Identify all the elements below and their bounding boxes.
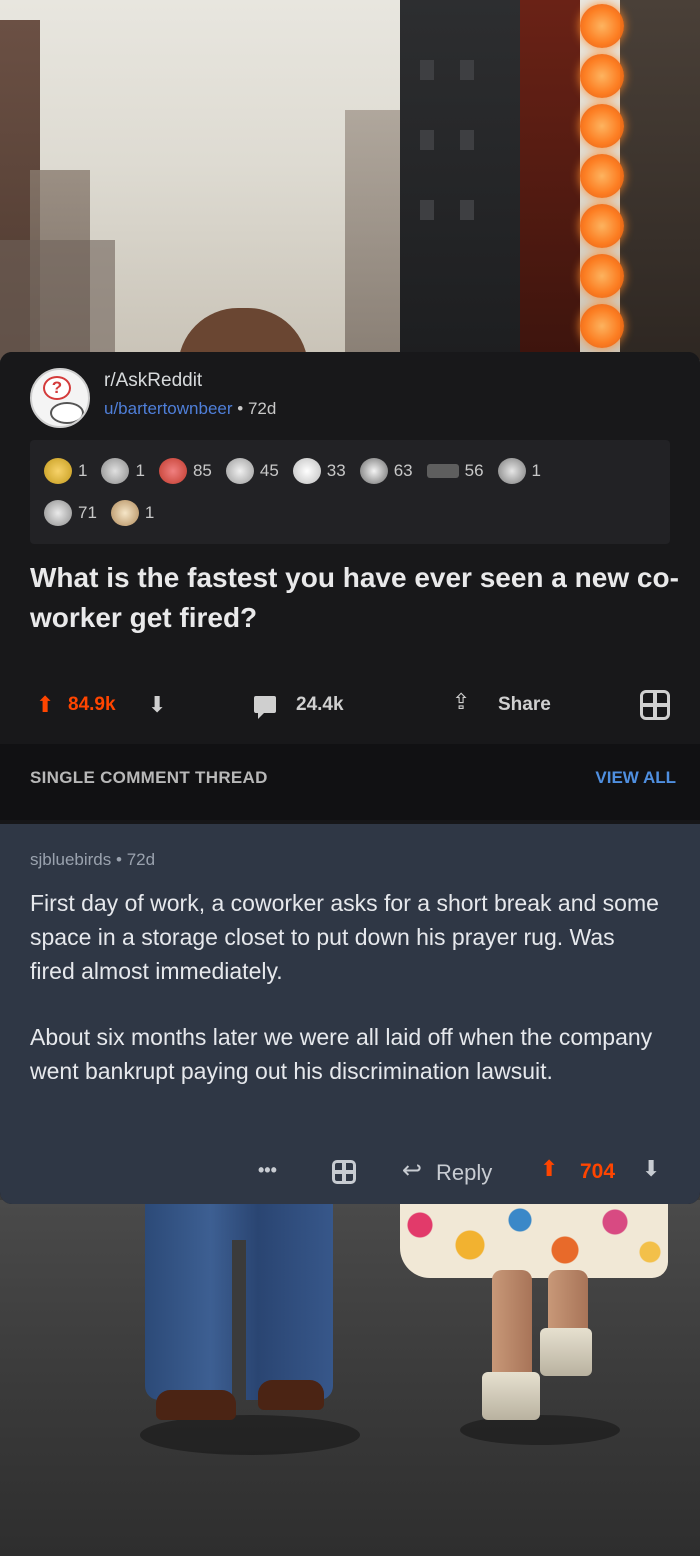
- face-award-icon: [44, 500, 72, 526]
- badge-award-icon: [426, 464, 459, 478]
- award-count: 45: [259, 461, 279, 480]
- neon-sign: [577, 0, 627, 355]
- award[interactable]: 45: [225, 458, 279, 484]
- platinum-award-icon: [101, 458, 130, 484]
- award-count: 1: [531, 461, 542, 480]
- wholesome-award-icon: [292, 458, 321, 484]
- awards-panel[interactable]: 1 1 85 45 33 63 56 1 71 1: [30, 440, 670, 544]
- award-count: 56: [464, 461, 484, 480]
- comments-count[interactable]: 24.4k: [296, 694, 344, 716]
- comment-body: First day of work, a coworker asks for a…: [30, 886, 660, 1120]
- subreddit-name[interactable]: r/AskReddit: [104, 370, 202, 392]
- share-button[interactable]: Share: [498, 694, 551, 716]
- single-comment-thread-label: SINGLE COMMENT THREAD: [30, 768, 268, 787]
- face-award-icon: [497, 458, 526, 484]
- view-all-button[interactable]: VIEW ALL: [595, 768, 676, 788]
- award-gift-icon[interactable]: [332, 1160, 356, 1184]
- award[interactable]: 1: [44, 458, 87, 484]
- upvote-icon[interactable]: ⬆: [540, 1156, 558, 1182]
- award[interactable]: 71: [44, 500, 97, 526]
- post: ? r/AskReddit u/bartertownbeer • 72d 1 1: [0, 352, 700, 744]
- question-icon: ?: [43, 376, 71, 400]
- byline-separator: •: [237, 399, 244, 418]
- comment: sjbluebirds • 72d First day of work, a c…: [0, 824, 700, 1204]
- upvote-icon[interactable]: ⬆: [36, 692, 54, 718]
- post-author[interactable]: u/bartertownbeer: [104, 399, 233, 418]
- post-title[interactable]: What is the fastest you have ever seen a…: [30, 558, 680, 638]
- comment-paragraph: About six months later we were all laid …: [30, 1024, 653, 1084]
- share-icon[interactable]: ⇪: [452, 689, 470, 715]
- award-count: 85: [192, 461, 212, 480]
- comment-paragraph: First day of work, a coworker asks for a…: [30, 890, 659, 984]
- reply-icon[interactable]: ↩: [402, 1156, 422, 1185]
- background-photo-top: [0, 0, 700, 360]
- subreddit-avatar[interactable]: ?: [30, 368, 90, 428]
- award[interactable]: 56: [426, 461, 484, 481]
- award-count: 33: [326, 461, 346, 480]
- thread-bar: SINGLE COMMENT THREAD VIEW ALL: [0, 744, 700, 820]
- downvote-icon[interactable]: ⬇: [148, 692, 166, 718]
- award-count: 1: [135, 461, 145, 480]
- helpful-award-icon: [225, 458, 254, 484]
- comment-meta: sjbluebirds • 72d: [30, 850, 155, 870]
- comment-score: 704: [580, 1160, 616, 1183]
- coin-award-icon: [359, 458, 388, 484]
- post-score: 84.9k: [68, 694, 116, 715]
- more-options-icon[interactable]: •••: [258, 1160, 277, 1181]
- floral-dress: [400, 1200, 668, 1278]
- comment-icon[interactable]: [254, 696, 276, 719]
- comment-separator: •: [116, 850, 122, 869]
- comment-author[interactable]: sjbluebirds: [30, 850, 111, 869]
- award-gift-icon[interactable]: [640, 690, 670, 720]
- heart-award-icon: [110, 500, 139, 526]
- background-photo-bottom: [0, 1200, 700, 1556]
- downvote-icon[interactable]: ⬇: [642, 1156, 660, 1182]
- reply-button[interactable]: Reply: [436, 1160, 492, 1186]
- award[interactable]: 1: [101, 458, 145, 484]
- post-action-bar: ⬆ 84.9k ⬇ 24.4k ⇪ Share: [0, 686, 700, 726]
- snoo-icon: [50, 402, 84, 424]
- post-age: 72d: [247, 399, 277, 418]
- award-count: 1: [78, 461, 88, 480]
- award[interactable]: 63: [359, 458, 413, 484]
- comment-age: 72d: [126, 850, 156, 869]
- post-byline: u/bartertownbeer • 72d: [104, 399, 276, 419]
- award-count: 71: [78, 503, 97, 522]
- reddit-card: ? r/AskReddit u/bartertownbeer • 72d 1 1: [0, 352, 700, 1204]
- award-count: 1: [144, 503, 155, 522]
- award[interactable]: 33: [292, 458, 346, 484]
- award-count: 63: [393, 461, 413, 480]
- gold-award-icon: [44, 458, 72, 484]
- comment-action-bar: ••• ↩ Reply ⬆ 704 ⬇: [0, 1154, 700, 1194]
- silver-award-icon: [158, 458, 187, 484]
- award[interactable]: 1: [110, 500, 155, 526]
- award[interactable]: 85: [158, 458, 212, 484]
- award[interactable]: 1: [497, 458, 542, 484]
